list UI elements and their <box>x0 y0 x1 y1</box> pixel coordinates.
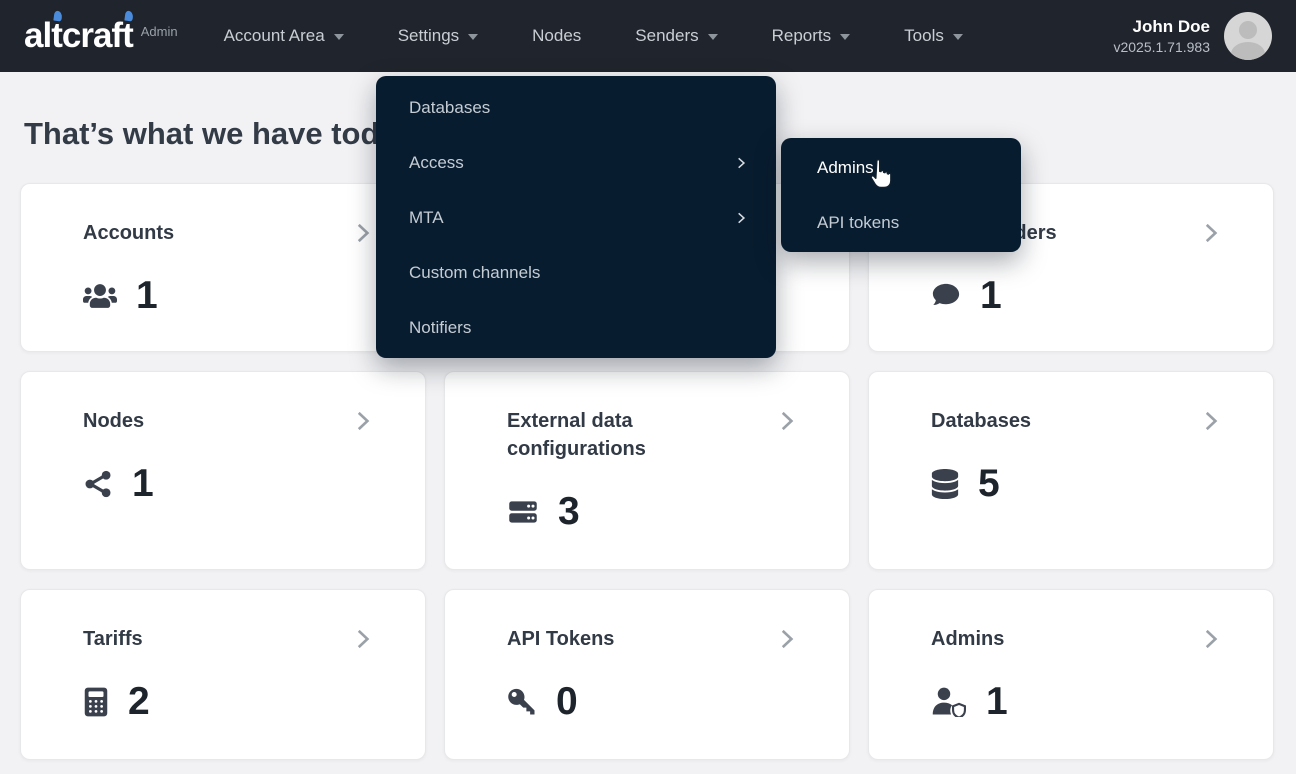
submenu-item-api-tokens[interactable]: API tokens <box>781 195 1021 250</box>
nav-item-reports[interactable]: Reports <box>772 26 851 46</box>
menu-item-databases[interactable]: Databases <box>376 80 776 135</box>
menu-item-label: Admins <box>817 158 874 178</box>
avatar[interactable] <box>1224 12 1272 60</box>
card-title: Admins <box>931 625 1201 653</box>
card-admins[interactable]: Admins 1 <box>868 589 1274 760</box>
logo-text: altcraft <box>24 16 133 56</box>
user-name: John Doe <box>1113 16 1210 38</box>
submenu-chevron-right-icon <box>734 211 748 225</box>
altcraft-logo[interactable]: altcraft Admin <box>24 16 178 56</box>
nav-item-settings[interactable]: Settings <box>398 26 478 46</box>
chevron-right-icon <box>1197 220 1223 251</box>
card-count: 1 <box>132 462 154 506</box>
card-title: Tariffs <box>83 625 353 653</box>
menu-item-notifiers[interactable]: Notifiers <box>376 300 776 355</box>
menu-item-label: API tokens <box>817 213 899 233</box>
count-row: 1 <box>83 462 373 506</box>
database-icon <box>931 469 959 499</box>
nav-item-label: Tools <box>904 26 944 46</box>
card-count: 1 <box>986 680 1008 724</box>
chevron-right-icon <box>773 408 799 439</box>
menu-item-mta[interactable]: MTA <box>376 190 776 245</box>
count-row: 1 <box>931 680 1221 724</box>
nav-item-account-area[interactable]: Account Area <box>224 26 344 46</box>
comment-icon <box>931 281 961 311</box>
top-navbar: altcraft Admin Account Area Settings Nod… <box>0 0 1296 72</box>
card-api-tokens[interactable]: API Tokens 0 <box>444 589 850 760</box>
card-count: 2 <box>128 680 150 724</box>
count-row: 5 <box>931 462 1221 506</box>
menu-item-label: Notifiers <box>409 318 471 338</box>
caret-down-icon <box>334 34 344 40</box>
card-title: API Tokens <box>507 625 777 653</box>
server-icon <box>507 497 539 527</box>
settings-dropdown-menu: Databases Access MTA Custom channels Not… <box>376 76 776 358</box>
card-title: Databases <box>931 407 1201 435</box>
caret-down-icon <box>840 34 850 40</box>
access-submenu: Admins API tokens <box>781 138 1021 252</box>
card-count: 3 <box>558 490 580 534</box>
menu-item-label: Databases <box>409 98 490 118</box>
card-count: 1 <box>136 274 158 318</box>
menu-item-label: Access <box>409 153 464 173</box>
card-count: 1 <box>980 274 1002 318</box>
count-row: 2 <box>83 680 373 724</box>
menu-item-custom-channels[interactable]: Custom channels <box>376 245 776 300</box>
nav-item-nodes[interactable]: Nodes <box>532 26 581 46</box>
chevron-right-icon <box>773 626 799 657</box>
users-icon <box>83 282 117 310</box>
chevron-right-icon <box>349 408 375 439</box>
app-version: v2025.1.71.983 <box>1113 38 1210 57</box>
chevron-right-icon <box>1197 626 1223 657</box>
user-area: John Doe v2025.1.71.983 <box>1113 12 1272 60</box>
nav-item-label: Nodes <box>532 26 581 46</box>
nav-item-label: Senders <box>635 26 698 46</box>
caret-down-icon <box>708 34 718 40</box>
logo-admin-badge: Admin <box>141 24 178 39</box>
card-nodes[interactable]: Nodes 1 <box>20 371 426 570</box>
nav-item-label: Settings <box>398 26 459 46</box>
user-shield-icon <box>931 687 967 717</box>
caret-down-icon <box>953 34 963 40</box>
count-row: 1 <box>83 274 373 318</box>
card-tariffs[interactable]: Tariffs 2 <box>20 589 426 760</box>
nav-item-label: Account Area <box>224 26 325 46</box>
chevron-right-icon <box>349 626 375 657</box>
user-meta: John Doe v2025.1.71.983 <box>1113 16 1210 57</box>
nav-item-tools[interactable]: Tools <box>904 26 963 46</box>
submenu-chevron-right-icon <box>734 156 748 170</box>
caret-down-icon <box>468 34 478 40</box>
chevron-right-icon <box>1197 408 1223 439</box>
count-row: 0 <box>507 680 797 724</box>
menu-item-label: Custom channels <box>409 263 540 283</box>
menu-item-label: MTA <box>409 208 444 228</box>
card-databases[interactable]: Databases 5 <box>868 371 1274 570</box>
card-title: Accounts <box>83 219 353 247</box>
calculator-icon <box>83 687 109 717</box>
card-count: 0 <box>556 680 578 724</box>
nav-item-senders[interactable]: Senders <box>635 26 717 46</box>
card-accounts[interactable]: Accounts 1 <box>20 183 426 352</box>
card-title: Nodes <box>83 407 353 435</box>
menu-item-access[interactable]: Access <box>376 135 776 190</box>
main-nav: Account Area Settings Nodes Senders Repo… <box>224 26 963 46</box>
card-external-data-configurations[interactable]: External data configurations 3 <box>444 371 850 570</box>
count-row: 3 <box>507 490 797 534</box>
nav-item-label: Reports <box>772 26 832 46</box>
card-count: 5 <box>978 462 1000 506</box>
submenu-item-admins[interactable]: Admins <box>781 140 1021 195</box>
share-icon <box>83 469 113 499</box>
chevron-right-icon <box>349 220 375 251</box>
key-icon <box>507 687 537 717</box>
card-title: External data configurations <box>507 407 777 463</box>
count-row: 1 <box>931 274 1221 318</box>
